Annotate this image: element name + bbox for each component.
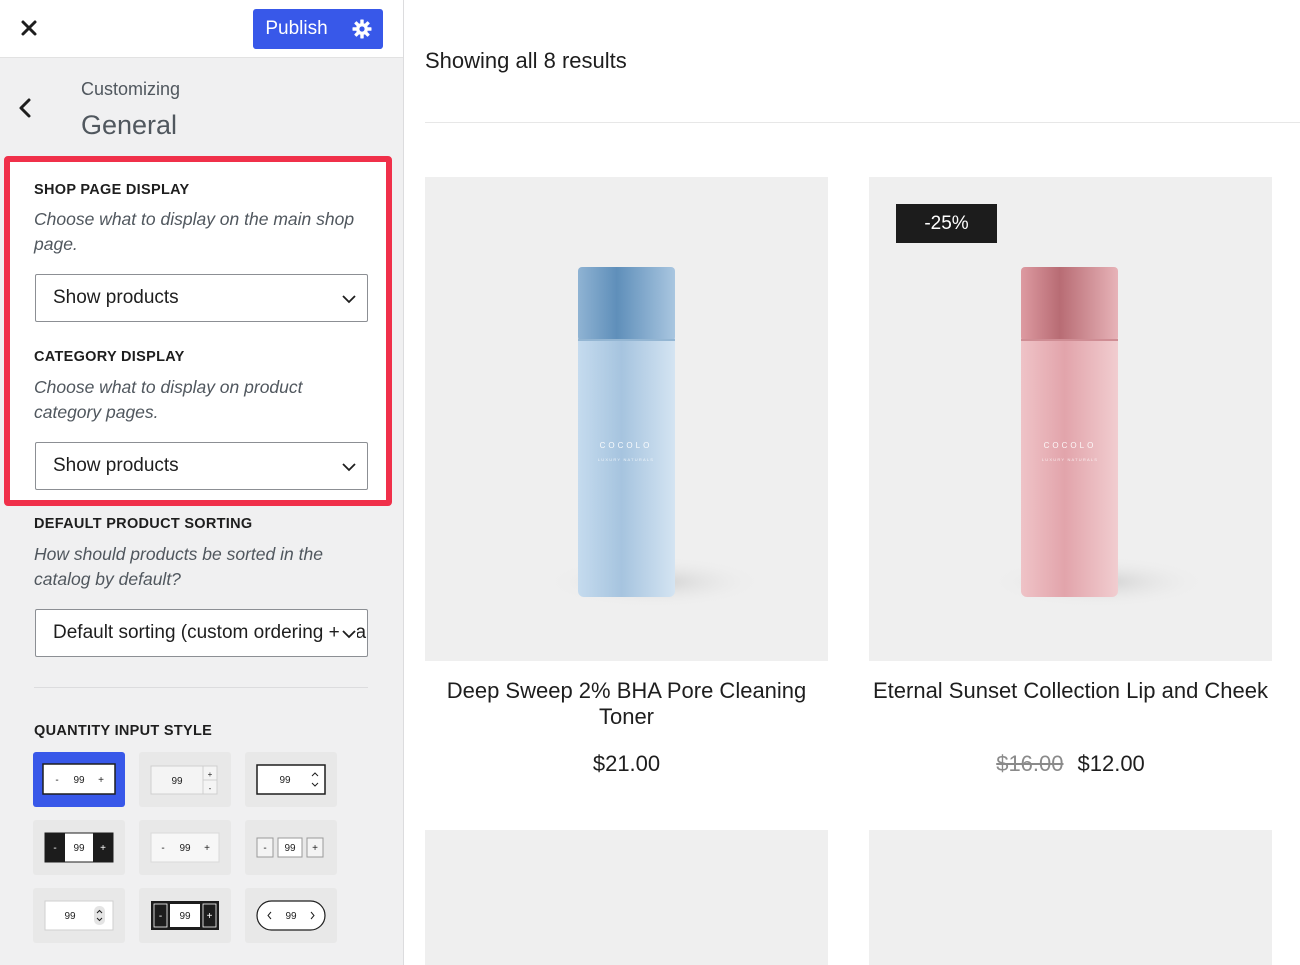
quantity-style-option-8[interactable]: - 99 +: [139, 888, 231, 943]
publish-settings-button[interactable]: [340, 9, 383, 49]
sample-value: 99: [284, 843, 296, 854]
shop-page-display-description: Choose what to display on the main shop …: [34, 209, 355, 254]
quantity-style-label: QUANTITY INPUT STYLE: [34, 723, 213, 739]
product-price: $16.00 $12.00: [869, 751, 1272, 777]
sample-value: 99: [285, 911, 297, 922]
category-display-description: Choose what to display on product catego…: [34, 377, 303, 422]
svg-text:+: +: [312, 843, 318, 854]
quantity-style-option-2[interactable]: 99 + -: [139, 752, 231, 807]
quantity-style-option-5[interactable]: - 99 +: [139, 820, 231, 875]
product-price: $21.00: [425, 751, 828, 777]
default-sorting-description: How should products be sorted in the cat…: [34, 544, 323, 589]
publish-button[interactable]: Publish: [253, 9, 340, 49]
close-icon: [21, 20, 37, 36]
chevron-left-icon: [19, 98, 31, 118]
results-count: Showing all 8 results: [425, 48, 627, 73]
sample-value: 99: [279, 775, 291, 786]
bottle-brand: COCOLO: [1044, 441, 1097, 450]
divider: [425, 122, 1300, 123]
product-title[interactable]: Eternal Sunset Collection Lip and Cheek: [869, 678, 1272, 704]
sample-value: 99: [73, 775, 85, 786]
quantity-style-option-4[interactable]: - 99 +: [33, 820, 125, 875]
bottle-brand: COCOLO: [600, 441, 653, 450]
quantity-style-option-1[interactable]: - 99 +: [33, 752, 125, 807]
product-title[interactable]: Deep Sweep 2% BHA Pore Cleaning Toner: [425, 678, 828, 730]
product-price-current: $12.00: [1077, 751, 1145, 776]
quantity-style-option-6[interactable]: - 99 +: [245, 820, 337, 875]
breadcrumb: Customizing: [81, 79, 181, 99]
default-sorting-label: DEFAULT PRODUCT SORTING: [34, 516, 253, 532]
chevron-down-icon: [342, 463, 356, 472]
close-button[interactable]: [14, 12, 46, 44]
product-image[interactable]: [869, 830, 1272, 965]
svg-text:-: -: [209, 784, 212, 793]
sample-value: 99: [179, 843, 191, 854]
category-display-select[interactable]: Show products: [35, 442, 368, 490]
section-title: General: [81, 110, 178, 140]
svg-text:+: +: [100, 843, 106, 854]
sample-value: 99: [179, 911, 191, 922]
chevron-down-icon: [341, 626, 357, 642]
back-button[interactable]: [10, 92, 42, 124]
quantity-style-option-7[interactable]: 99: [33, 888, 125, 943]
product-price-old: $16.00: [996, 751, 1064, 776]
shop-page-display-select[interactable]: Show products: [35, 274, 368, 322]
gear-icon: [352, 19, 371, 39]
category-display-value: Show products: [53, 455, 179, 476]
shop-preview: Showing all 8 results COCOLO LUXURY NATU…: [405, 0, 1300, 965]
svg-text:+: +: [204, 843, 210, 854]
default-sorting-value: Default sorting (custom ordering + name): [53, 622, 368, 643]
product-image[interactable]: COCOLO LUXURY NATURALS: [425, 177, 828, 661]
product-image[interactable]: COCOLO LUXURY NATURALS -25%: [869, 177, 1272, 661]
svg-text:+: +: [207, 911, 213, 922]
category-display-label: CATEGORY DISPLAY: [34, 349, 185, 365]
bottle-brand-sub: LUXURY NATURALS: [598, 457, 654, 462]
sample-value: 99: [171, 776, 183, 787]
svg-text:+: +: [98, 775, 104, 786]
product-price-current: $21.00: [592, 751, 661, 776]
sale-badge: -25%: [896, 204, 997, 243]
customizer-header: Publish: [0, 0, 403, 58]
quantity-style-grid: - 99 + 99 + - 99 - 99 + - 99 + - 99 + 99…: [33, 752, 337, 943]
svg-text:-: -: [55, 775, 58, 786]
svg-text:+: +: [208, 770, 213, 779]
shop-page-display-label: SHOP PAGE DISPLAY: [34, 182, 190, 198]
shop-page-display-value: Show products: [53, 287, 179, 308]
product-image[interactable]: [425, 830, 828, 965]
divider: [34, 687, 368, 688]
svg-text:-: -: [161, 843, 164, 854]
default-sorting-select[interactable]: Default sorting (custom ordering + name): [35, 609, 368, 657]
publish-group: Publish: [253, 9, 383, 49]
quantity-style-option-9[interactable]: 99: [245, 888, 337, 943]
sample-value: 99: [64, 911, 76, 922]
chevron-down-icon: [342, 295, 356, 304]
sample-value: 99: [73, 843, 85, 854]
svg-text:-: -: [263, 843, 266, 854]
svg-text:-: -: [159, 911, 162, 922]
quantity-style-option-3[interactable]: 99: [245, 752, 337, 807]
svg-text:-: -: [53, 843, 56, 854]
customizer-sidebar: Publish Customizing General SHOP PAGE DI…: [0, 0, 404, 965]
bottle-brand-sub: LUXURY NATURALS: [1042, 457, 1098, 462]
